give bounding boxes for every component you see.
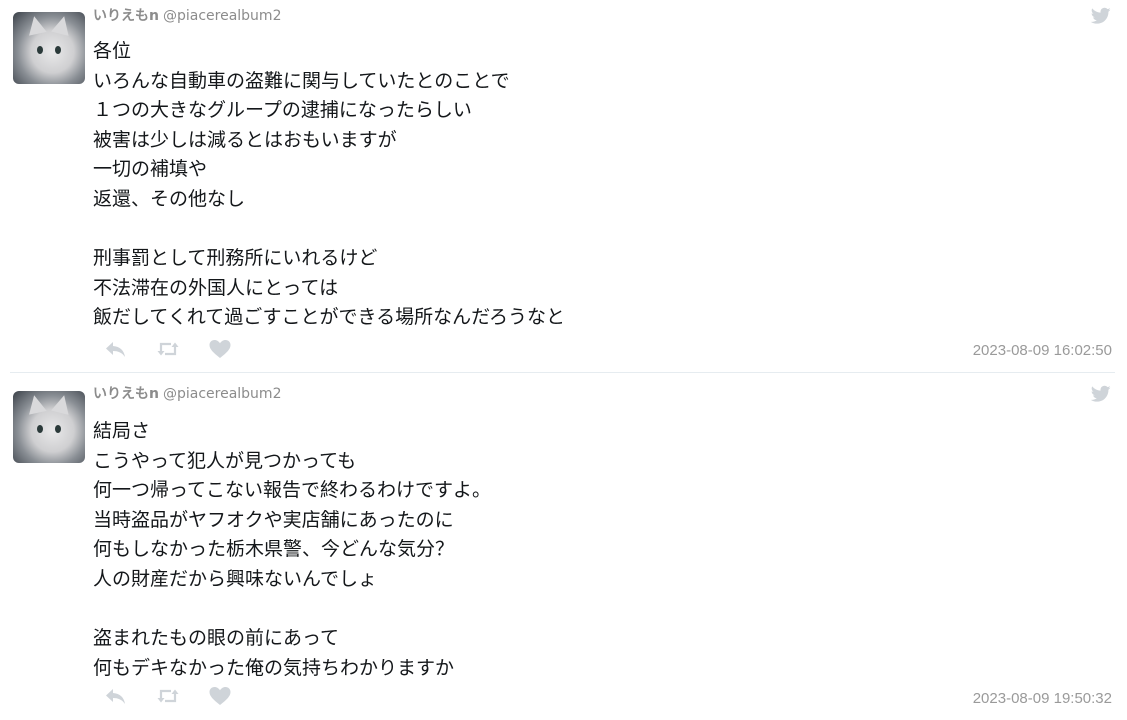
heart-icon[interactable] [208, 686, 232, 706]
reply-icon[interactable] [104, 339, 128, 359]
tweet-line: 返還、その他なし [93, 187, 246, 210]
tweet-header: いりえもn @piacerealbum2 [93, 384, 281, 404]
tweet-line: 人の財産だから興味ないんでしょ [93, 567, 378, 590]
tweet-text: 結局さ こうやって犯人が見つかっても 何一つ帰ってこない報告で終わるわけですよ。… [93, 417, 1093, 683]
tweet-line: 当時盗品がヤフオクや実店舗にあったのに [93, 508, 454, 531]
tweet-line: こうやって犯人が見つかっても [93, 449, 357, 472]
tweet-line: 何もしなかった栃木県警、今どんな気分？ [93, 538, 455, 561]
tweet-actions [104, 686, 260, 706]
tweet-line: 飯だしてくれて過ごすことができる場所なんだろうなと [93, 306, 565, 329]
heart-icon[interactable] [208, 339, 232, 359]
retweet-icon[interactable] [156, 339, 180, 359]
tweet-line: 結局さ [93, 420, 151, 442]
tweet-line: 盗まれたもの眼の前にあって [93, 627, 340, 650]
tweet-line: 何一つ帰ってこない報告で終わるわけですよ。 [93, 479, 492, 502]
twitter-bird-icon[interactable] [1091, 7, 1111, 25]
tweet-header: いりえもn @piacerealbum2 [93, 6, 281, 26]
tweet-timestamp[interactable]: 2023-08-09 19:50:32 [973, 690, 1112, 707]
author-name[interactable]: いりえもn [93, 8, 159, 24]
author-handle[interactable]: @piacerealbum2 [163, 386, 282, 402]
avatar[interactable] [13, 391, 85, 463]
tweet-line: 不法滞在の外国人にとっては [93, 276, 339, 299]
twitter-bird-icon[interactable] [1091, 385, 1111, 403]
tweet-line: 刑事罰として刑務所にいれるけど [93, 247, 378, 270]
author-handle[interactable]: @piacerealbum2 [163, 8, 282, 24]
avatar[interactable] [13, 12, 85, 84]
tweet-line [93, 215, 1093, 245]
author-name[interactable]: いりえもn [93, 386, 159, 402]
reply-icon[interactable] [104, 686, 128, 706]
tweet-actions [104, 339, 260, 359]
tweet-line: いろんな自動車の盗難に関与していたとのことで [93, 69, 510, 92]
tweet: いりえもn @piacerealbum2 結局さ こうやって犯人が見つかっても 何… [0, 378, 1127, 720]
tweet-line [93, 595, 1093, 625]
tweet-text: 各位 いろんな自動車の盗難に関与していたとのことで １つの大きなグループの逮捕に… [93, 37, 1093, 333]
divider [10, 372, 1115, 373]
tweet-line: １つの大きなグループの逮捕になったらしい [93, 99, 472, 122]
tweet: いりえもn @piacerealbum2 各位 いろんな自動車の盗難に関与していた… [0, 0, 1127, 372]
retweet-icon[interactable] [156, 686, 180, 706]
tweet-line: 被害は少しは減るとはおもいますが [93, 128, 397, 151]
tweet-line: 各位 [93, 40, 132, 62]
tweet-timestamp[interactable]: 2023-08-09 16:02:50 [973, 342, 1112, 359]
tweet-line: 何もデキなかった俺の気持ちわかりますか [93, 656, 455, 679]
tweet-line: 一切の補填や [93, 158, 208, 181]
